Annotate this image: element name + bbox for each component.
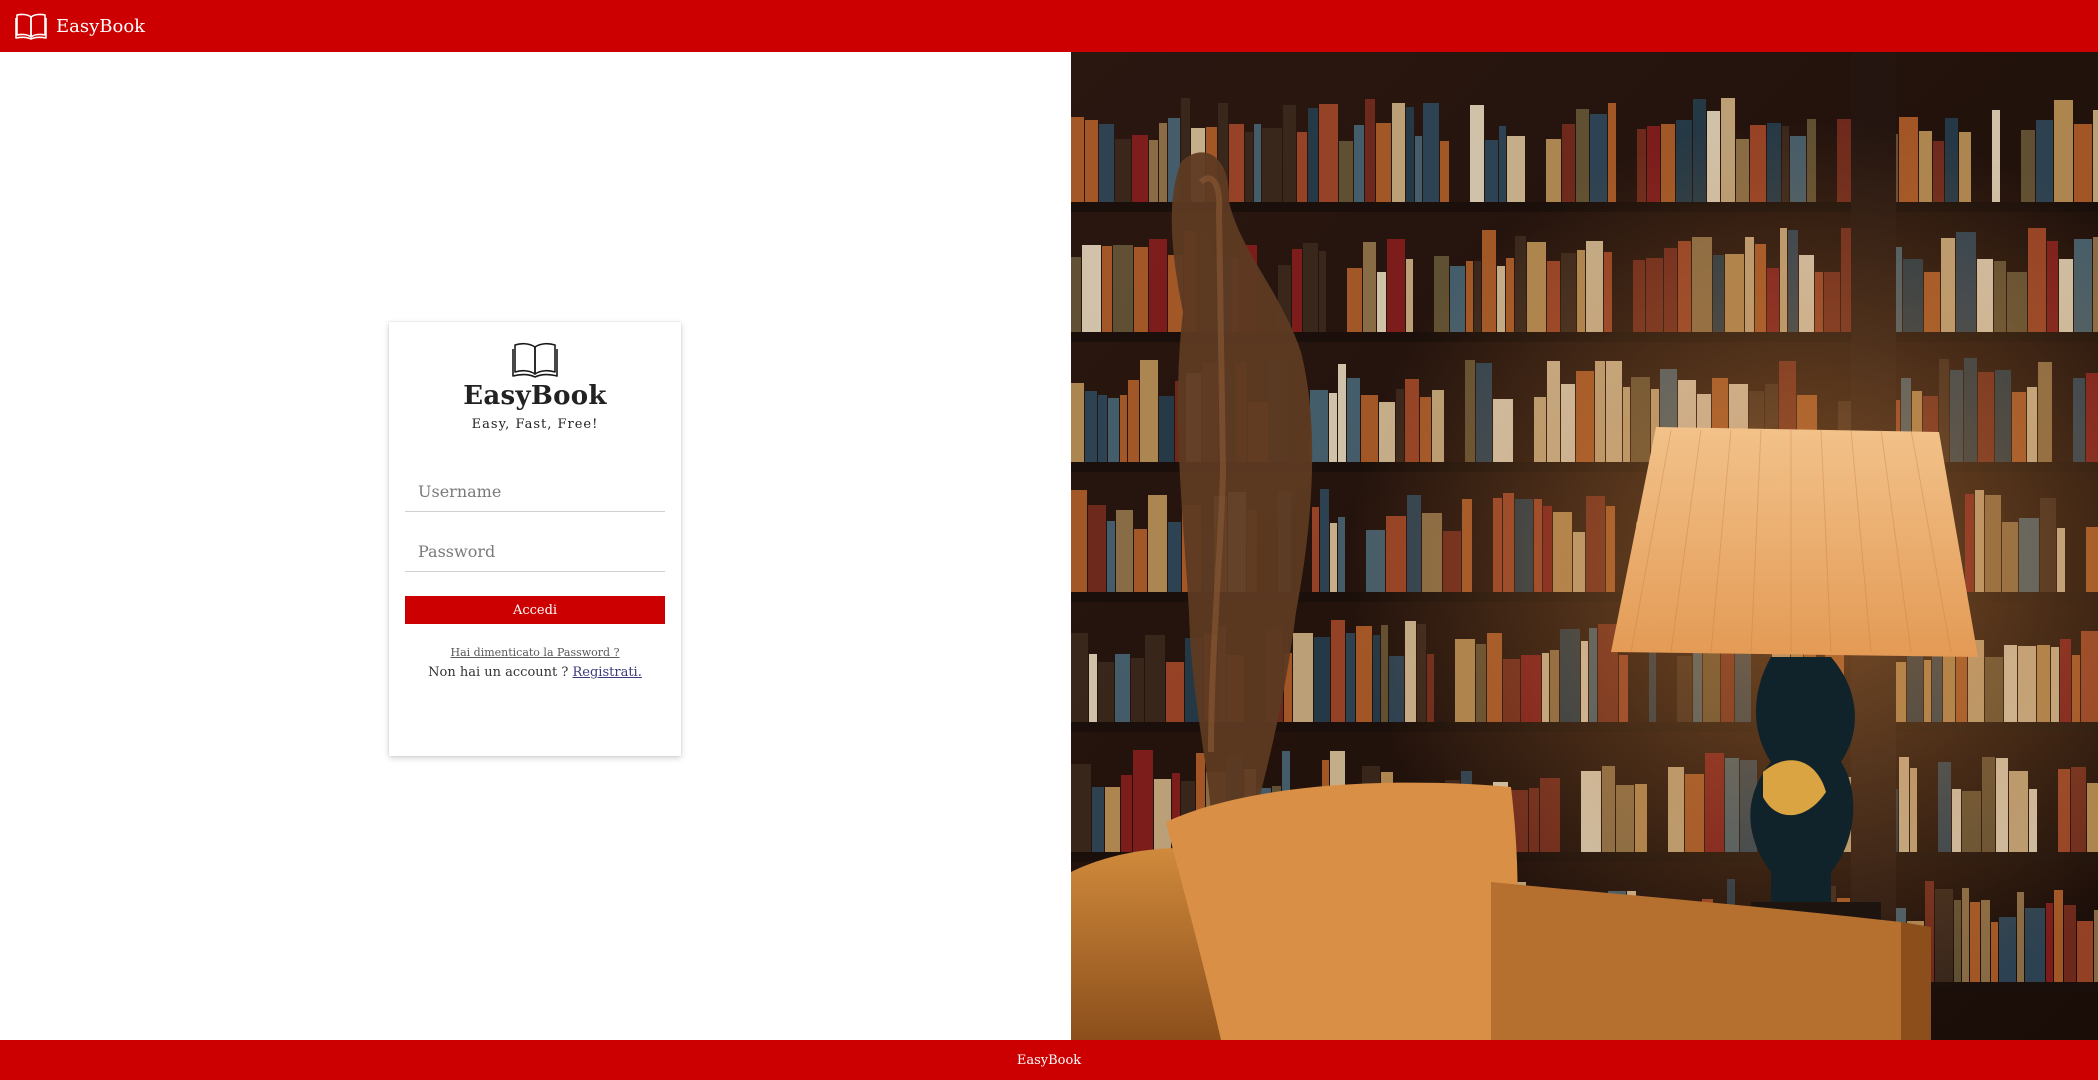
library-photo xyxy=(1071,52,2098,1040)
username-input[interactable] xyxy=(405,471,665,512)
brand-name[interactable]: EasyBook xyxy=(56,16,145,37)
footer: EasyBook xyxy=(0,1040,2098,1080)
forgot-password-link[interactable]: Hai dimenticato la Password ? xyxy=(405,646,665,659)
tagline: Easy, Fast, Free! xyxy=(471,417,599,432)
hero-image xyxy=(1071,52,2098,1040)
no-account-text: Non hai un account ? xyxy=(428,665,569,680)
login-button[interactable]: Accedi xyxy=(405,596,665,624)
login-panel: EasyBook Easy, Fast, Free! Accedi Hai di… xyxy=(0,52,1071,1040)
open-book-icon[interactable] xyxy=(15,12,47,40)
register-link[interactable]: Registrati. xyxy=(573,665,642,680)
login-card: EasyBook Easy, Fast, Free! Accedi Hai di… xyxy=(389,322,681,756)
signup-prompt: Non hai un account ? Registrati. xyxy=(405,665,665,680)
username-field-wrapper xyxy=(405,471,665,512)
password-input[interactable] xyxy=(405,531,665,572)
top-navbar: EasyBook xyxy=(0,0,2098,52)
password-field-wrapper xyxy=(405,531,665,572)
footer-label: EasyBook xyxy=(1016,1052,1082,1068)
open-book-icon xyxy=(405,341,665,379)
auth-links: Hai dimenticato la Password ? Non hai un… xyxy=(405,646,665,680)
app-title: EasyBook xyxy=(463,381,607,411)
